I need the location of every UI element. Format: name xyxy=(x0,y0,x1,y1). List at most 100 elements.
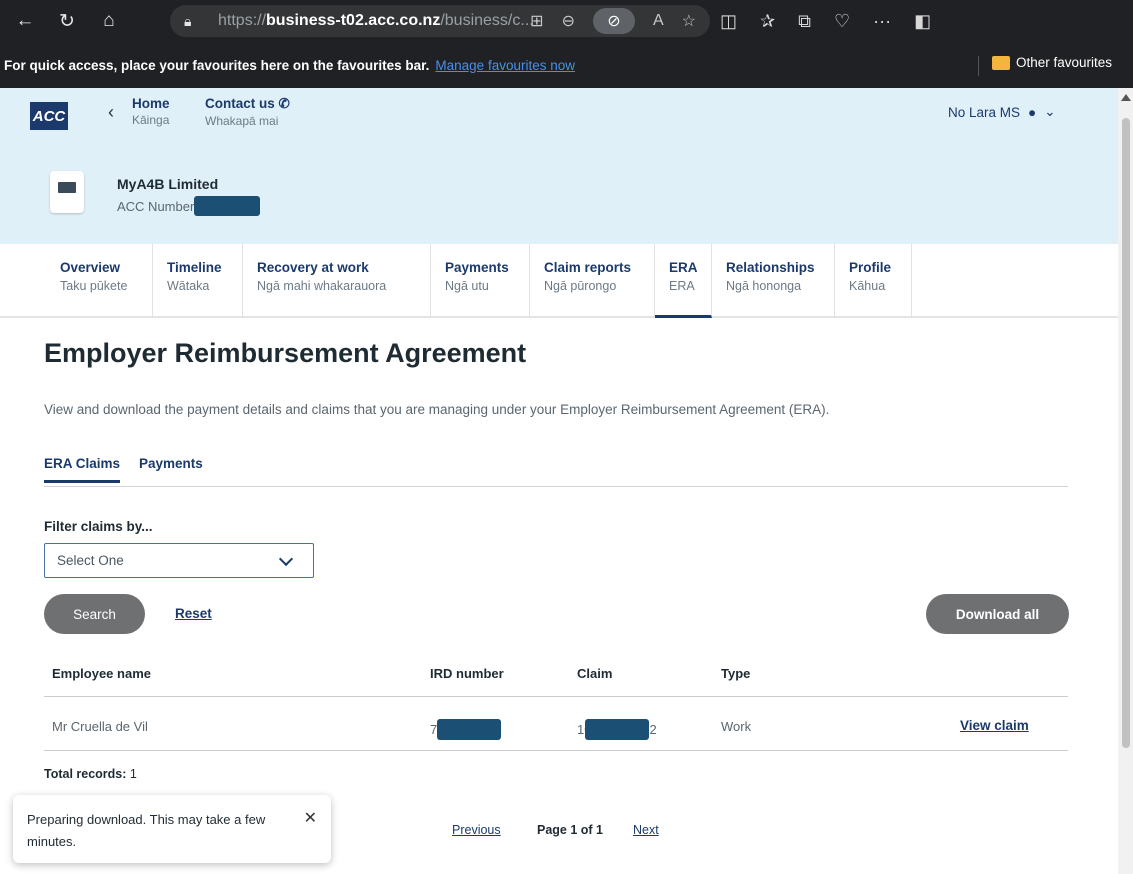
ird-prefix: 7 xyxy=(430,722,438,737)
column-header-claim: Claim xyxy=(577,666,613,681)
era-subtabs: ERA Claims Payments xyxy=(44,452,1068,487)
tab-relationships[interactable]: Relationships Ngā hononga xyxy=(712,244,835,318)
tab-label: Profile xyxy=(849,260,892,275)
user-menu[interactable]: No Lara MS ● ⌄ xyxy=(948,104,1056,120)
tab-label-maori: Ngā utu xyxy=(445,279,489,293)
user-name: No Lara MS xyxy=(948,104,1021,120)
other-favourites-button[interactable]: Other favourites xyxy=(992,55,1112,70)
chevron-left-icon[interactable]: ‹ xyxy=(108,102,114,123)
redacted-claim-number xyxy=(585,719,650,740)
redacted-ird-number xyxy=(437,719,502,740)
acc-number-label: ACC Number xyxy=(117,199,195,214)
total-records-label: Total records: xyxy=(44,767,127,781)
tab-label: ERA xyxy=(669,260,698,275)
tab-label-maori: Kāhua xyxy=(849,279,886,293)
tab-label-maori: Wātaka xyxy=(167,279,210,293)
tab-label: Claim reports xyxy=(544,260,632,275)
tracking-prevention-icon[interactable]: ⊘ xyxy=(592,8,635,34)
reset-link[interactable]: Reset xyxy=(175,606,212,621)
tab-recovery-at-work[interactable]: Recovery at work Ngā mahi whakarauora xyxy=(243,244,431,318)
tab-overview[interactable]: Overview Taku pūkete xyxy=(46,244,153,318)
company-icon xyxy=(50,171,84,213)
page-scrollbar[interactable] xyxy=(1118,88,1133,874)
tab-payments[interactable]: Payments Ngā utu xyxy=(431,244,530,318)
favourites-divider xyxy=(978,56,979,76)
scrollbar-thumb[interactable] xyxy=(1122,118,1130,748)
tab-era[interactable]: ERA ERA xyxy=(655,244,712,318)
download-all-button[interactable]: Download all xyxy=(926,594,1069,634)
page-title: Employer Reimbursement Agreement xyxy=(44,338,527,368)
chevron-down-icon: ⌄ xyxy=(1044,104,1056,119)
next-page-link[interactable]: Next xyxy=(633,823,659,837)
tab-label-maori: Ngā mahi whakarauora xyxy=(257,279,387,293)
extensions-icon[interactable]: ♡ xyxy=(834,11,850,32)
home-link[interactable]: Home Kāinga xyxy=(132,96,170,127)
download-toast: Preparing download. This may take a few … xyxy=(13,795,331,863)
tab-claim-reports[interactable]: Claim reports Ngā pūrongo xyxy=(530,244,655,318)
tab-label-maori: ERA xyxy=(669,279,695,293)
total-records-value: 1 xyxy=(129,767,137,781)
read-aloud-icon[interactable]: A xyxy=(653,12,664,30)
favourite-star-icon[interactable]: ☆ xyxy=(682,11,696,31)
acc-number: ACC Number xyxy=(117,196,260,216)
favourites-icon[interactable]: ✰ xyxy=(760,11,775,32)
scroll-up-icon[interactable] xyxy=(1121,94,1131,101)
tab-label: Recovery at work xyxy=(257,260,369,275)
manage-favourites-link[interactable]: Manage favourites now xyxy=(435,58,575,73)
previous-page-link[interactable]: Previous xyxy=(452,823,501,837)
browser-tools: ◫ ✰ ⧉ ♡ ··· ◧ xyxy=(720,0,931,42)
subtab-payments[interactable]: Payments xyxy=(139,456,203,471)
page-info: Page 1 of 1 xyxy=(537,823,603,837)
phone-icon: ✆ xyxy=(278,96,290,111)
sidebar-icon[interactable]: ◧ xyxy=(914,11,931,32)
column-header-employee: Employee name xyxy=(52,666,151,681)
view-claim-link[interactable]: View claim xyxy=(960,718,1029,733)
page-description: View and download the payment details an… xyxy=(44,402,830,417)
subtab-era-claims[interactable]: ERA Claims xyxy=(44,456,121,483)
url-domain: business-t02.acc.co.nz xyxy=(266,12,441,29)
back-icon[interactable]: ← xyxy=(8,4,42,38)
tab-label: Overview xyxy=(60,260,121,275)
lock-icon: 🔒︎ xyxy=(184,13,192,29)
tab-label: Relationships xyxy=(726,260,815,275)
browser-toolbar: ← ↻ ⌂ 🔒︎ https://business-t02.acc.co.nz /… xyxy=(0,0,1133,42)
main-tabs: Overview Taku pūkete Timeline Wātaka Rec… xyxy=(0,244,1118,318)
table-divider xyxy=(44,750,1068,751)
home-icon[interactable]: ⌂ xyxy=(92,4,126,38)
employee-name-cell: Mr Cruella de Vil xyxy=(52,719,148,734)
url-prefix: https:// xyxy=(218,12,267,29)
close-icon[interactable]: ✕ xyxy=(304,808,317,830)
tab-label-maori: Taku pūkete xyxy=(60,279,128,293)
home-label: Home xyxy=(132,96,170,111)
company-name: MyA4B Limited xyxy=(117,176,219,192)
address-bar[interactable]: 🔒︎ https://business-t02.acc.co.nz/busine… xyxy=(170,5,710,37)
more-icon[interactable]: ··· xyxy=(873,11,891,32)
refresh-icon[interactable]: ↻ xyxy=(50,4,84,38)
zoom-icon[interactable]: ⊖ xyxy=(562,11,575,31)
collections-icon[interactable]: ⧉ xyxy=(798,11,811,32)
toast-message: Preparing download. This may take a few … xyxy=(27,812,266,849)
contact-link[interactable]: Contact us ✆ Whakapā mai xyxy=(205,96,290,128)
column-header-ird: IRD number xyxy=(430,666,504,681)
filter-select[interactable]: Select One xyxy=(44,543,314,578)
app-available-icon[interactable]: ⊞ xyxy=(530,11,543,31)
user-icon: ● xyxy=(1028,104,1037,120)
filter-select-value: Select One xyxy=(57,553,124,568)
contact-label-maori: Whakapā mai xyxy=(205,114,279,128)
filter-label: Filter claims by... xyxy=(44,519,153,534)
tab-label-maori: Ngā pūrongo xyxy=(544,279,617,293)
tab-profile[interactable]: Profile Kāhua xyxy=(835,244,912,318)
tab-label: Timeline xyxy=(167,260,222,275)
url-path: /business/c... xyxy=(440,12,534,29)
acc-logo[interactable]: ACC xyxy=(30,102,68,130)
tab-timeline[interactable]: Timeline Wātaka xyxy=(153,244,243,318)
favourites-bar: For quick access, place your favourites … xyxy=(0,42,1133,88)
home-label-maori: Kāinga xyxy=(132,113,170,127)
split-screen-icon[interactable]: ◫ xyxy=(720,11,737,32)
other-favourites-label: Other favourites xyxy=(1016,55,1113,70)
column-header-type: Type xyxy=(721,666,751,681)
site-header: ACC ‹ Home Kāinga Contact us ✆ Whakapā m… xyxy=(0,88,1118,244)
search-button[interactable]: Search xyxy=(44,594,145,634)
favourites-bar-text: For quick access, place your favourites … xyxy=(4,57,430,73)
folder-icon xyxy=(992,55,1010,70)
